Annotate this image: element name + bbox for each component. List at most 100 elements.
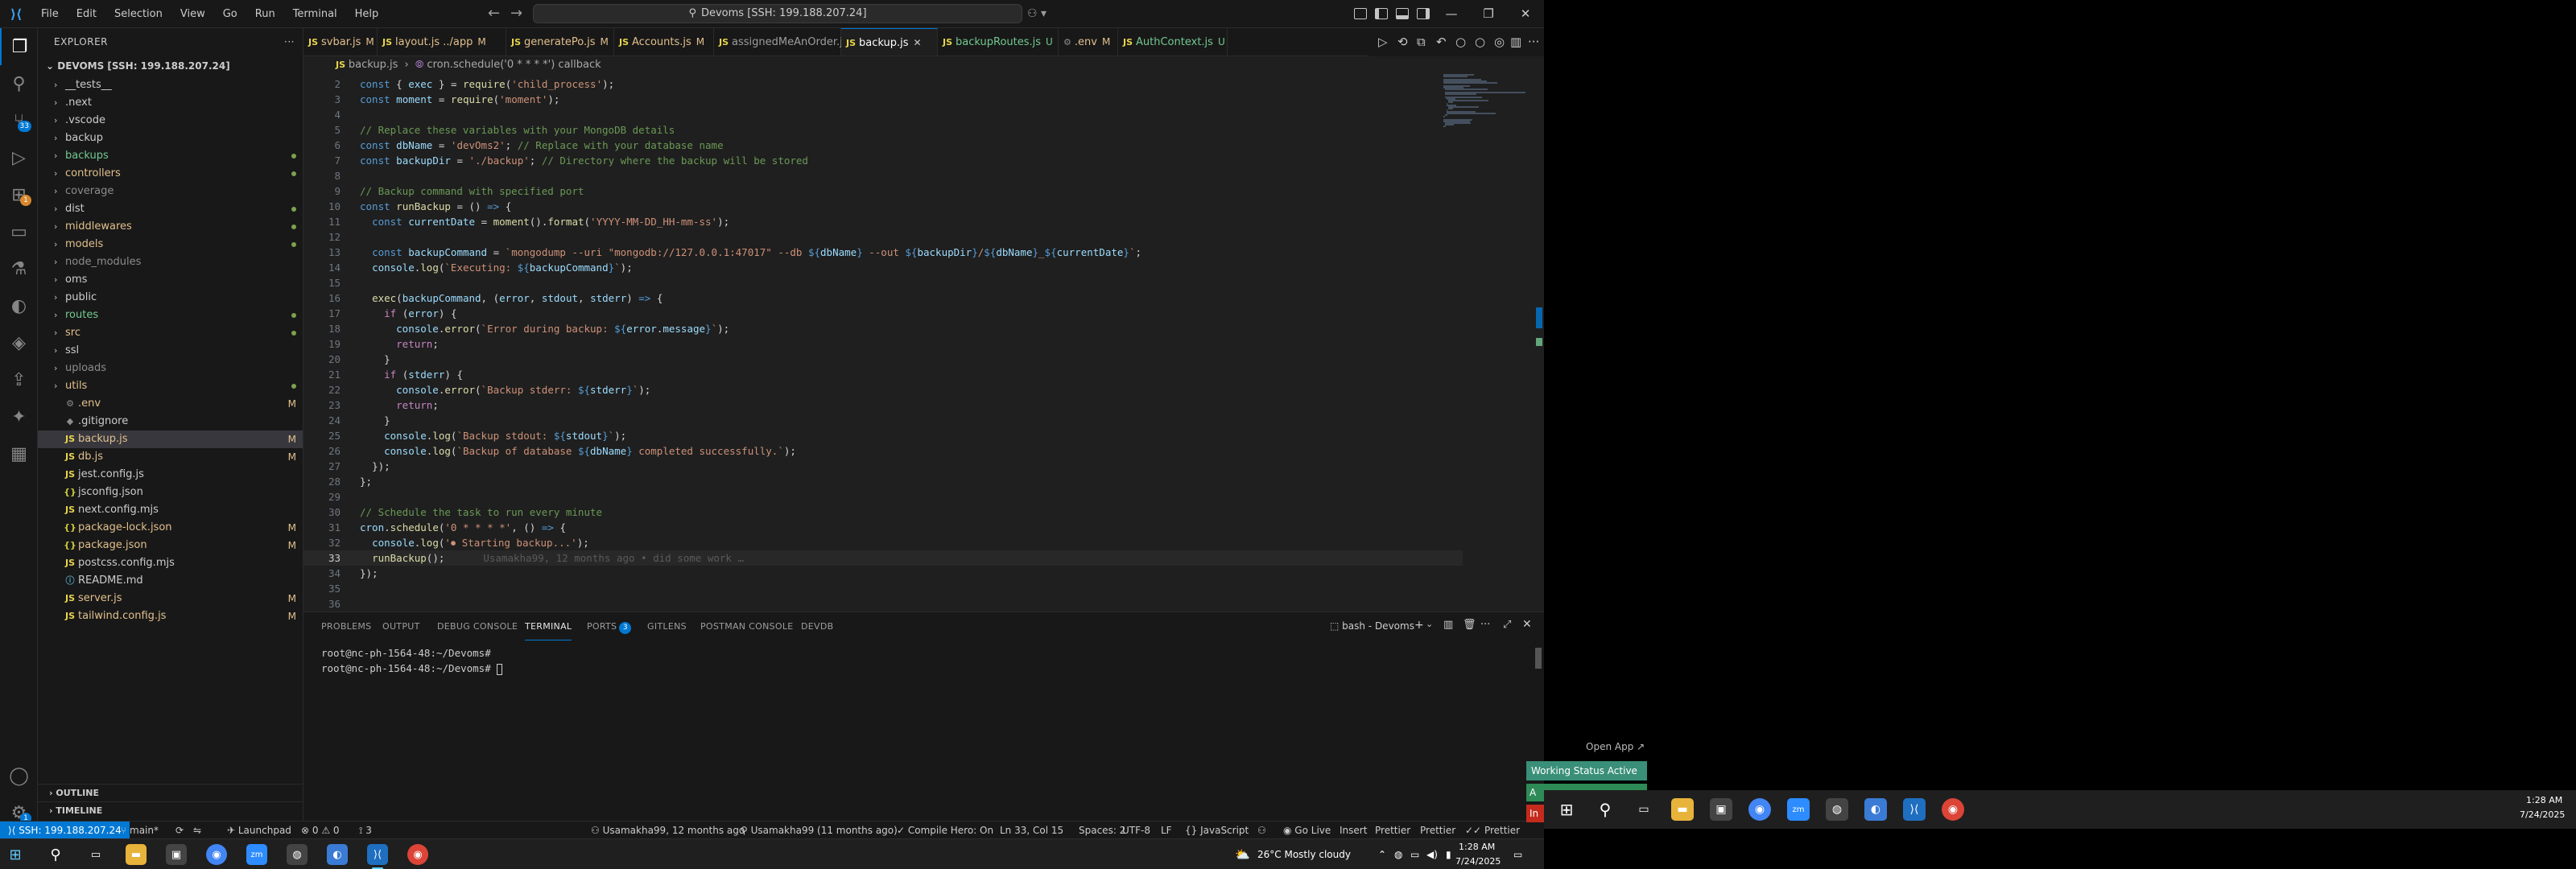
toggle-sidebar-icon[interactable]	[1375, 8, 1388, 19]
prettier-status[interactable]: Prettier	[1420, 822, 1455, 839]
vscode-taskbar-icon[interactable]: ⟩⟨	[367, 844, 388, 869]
zoom-icon[interactable]: zm	[1787, 798, 1810, 821]
browser-icon[interactable]: ◐	[1864, 798, 1887, 821]
editor-tab[interactable]: ⚙ .env M	[1059, 28, 1118, 56]
kill-terminal-icon[interactable]: 🗑	[1463, 619, 1476, 631]
tray-app-icon[interactable]: ◍	[1394, 839, 1402, 869]
folder-item[interactable]: › ssl	[38, 342, 303, 360]
menu-help[interactable]: Help	[346, 0, 388, 28]
menu-file[interactable]: File	[32, 0, 68, 28]
run-file-icon[interactable]: ▷	[1378, 35, 1388, 49]
layout-customize-icon[interactable]	[1354, 8, 1367, 19]
app-icon[interactable]: ◍	[1826, 798, 1848, 821]
panel-tab[interactable]: DEVDB	[801, 612, 833, 640]
panel-tab[interactable]: GITLENS	[647, 612, 687, 640]
launchpad-indicator[interactable]: ✈ Launchpad	[227, 822, 291, 839]
file-item[interactable]: JS postcss.config.mjs	[38, 554, 303, 572]
menu-run[interactable]: Run	[246, 0, 284, 28]
folder-item[interactable]: › middlewares	[38, 218, 303, 236]
search-view-icon[interactable]: ⚲	[0, 65, 38, 102]
panel-tab[interactable]: PROBLEMS	[321, 612, 371, 640]
file-item[interactable]: {} package-lock.json M	[38, 519, 303, 537]
author-status[interactable]: ⚲ Usamakha99 (11 months ago)	[741, 822, 898, 839]
compare-icon[interactable]: ⟲	[1397, 35, 1408, 49]
end-of-line[interactable]: LF	[1161, 822, 1172, 839]
folder-item[interactable]: › .next	[38, 94, 303, 112]
task-view-icon[interactable]: ▭	[1633, 798, 1655, 821]
panel-tab[interactable]: TERMINAL	[525, 612, 572, 640]
chrome-icon[interactable]: ◉	[407, 844, 428, 865]
clock-date[interactable]: 7/24/2025	[2520, 809, 2565, 820]
more-terminal-actions-icon[interactable]: ···	[1480, 619, 1490, 631]
maximize-panel-icon[interactable]: ⤢	[1503, 619, 1511, 631]
file-explorer-icon[interactable]: ▬	[1671, 798, 1694, 821]
clock-date[interactable]: 7/24/2025	[1455, 846, 1501, 869]
remote-explorer-icon[interactable]: ▭	[0, 213, 38, 250]
git-blame-status[interactable]: ⚇ Usamakha99, 12 months ago	[591, 822, 745, 839]
account-icon[interactable]: ◯	[0, 757, 38, 794]
file-item[interactable]: JS next.config.mjs	[38, 501, 303, 519]
chrome-icon[interactable]: ◉	[206, 844, 227, 865]
restore-icon[interactable]: ❐	[1470, 0, 1507, 28]
code-editor[interactable]: 2 const { exec } = require('child_process…	[303, 74, 1544, 612]
close-tab-icon[interactable]: ✕	[914, 37, 922, 48]
next-change-icon[interactable]: ○	[1455, 35, 1466, 49]
file-item[interactable]: JS tailwind.config.js M	[38, 607, 303, 625]
file-item[interactable]: ⓘ README.md	[38, 572, 303, 590]
live-share-icon[interactable]: ⇪	[0, 361, 38, 398]
notification-icon[interactable]: ▭	[1513, 839, 1522, 869]
terminal-selector[interactable]: ⬚ bash - Devoms	[1330, 612, 1414, 640]
windows-start-icon[interactable]: ⊞	[5, 844, 26, 865]
folder-item[interactable]: › backup	[38, 130, 303, 147]
extensions-icon[interactable]: ⊞ 1	[0, 176, 38, 213]
compile-hero-status[interactable]: ✓ Compile Hero: On	[897, 822, 993, 839]
language-mode[interactable]: {} JavaScript	[1185, 822, 1249, 839]
run-debug-icon[interactable]: ▷	[0, 139, 38, 176]
panel-tab[interactable]: DEBUG CONSOLE	[437, 612, 518, 640]
prettier-status[interactable]: Prettier	[1375, 822, 1410, 839]
go-live-status[interactable]: ◉ Go Live	[1283, 822, 1331, 839]
folder-item[interactable]: › __tests__	[38, 76, 303, 94]
previous-change-icon[interactable]: ↶	[1436, 35, 1447, 49]
forward-arrow-icon[interactable]: →	[510, 4, 522, 23]
menu-selection[interactable]: Selection	[105, 0, 171, 28]
sync-icon[interactable]: ⟳	[175, 822, 184, 839]
workspace-root[interactable]: ⌄ DEVOMS [SSH: 199.188.207.24]	[38, 56, 303, 76]
volume-icon[interactable]: ◀)	[1426, 839, 1438, 869]
clock-time[interactable]: 1:28 AM	[2526, 795, 2562, 805]
copilot-status-icon[interactable]: ⚇	[1257, 822, 1266, 839]
zoom-icon[interactable]: zm	[246, 844, 267, 865]
folder-item[interactable]: › src	[38, 324, 303, 342]
folder-item[interactable]: › utils	[38, 377, 303, 395]
menu-view[interactable]: View	[171, 0, 214, 28]
panel-tab[interactable]: POSTMAN CONSOLE	[700, 612, 794, 640]
file-explorer-icon[interactable]: ▬	[126, 844, 147, 865]
search-icon[interactable]: ⚲	[45, 844, 66, 865]
gitlens-status-icon[interactable]: ⇋	[193, 822, 201, 839]
go-live-icon[interactable]: ◎	[1494, 35, 1505, 49]
file-item[interactable]: {} jsconfig.json	[38, 484, 303, 501]
folder-item[interactable]: › routes	[38, 307, 303, 324]
more-editor-actions-icon[interactable]: ···	[1528, 35, 1539, 49]
panel-tab[interactable]: OUTPUT	[382, 612, 420, 640]
file-item[interactable]: JS db.js M	[38, 448, 303, 466]
menu-terminal[interactable]: Terminal	[284, 0, 346, 28]
new-terminal-icon[interactable]: +	[1414, 619, 1424, 632]
network-icon[interactable]: ▭	[1410, 839, 1419, 869]
menu-edit[interactable]: Edit	[68, 0, 105, 28]
more-actions-icon[interactable]: ···	[284, 28, 295, 56]
testing-icon[interactable]: ⚗	[0, 250, 38, 287]
file-item[interactable]: JS server.js M	[38, 590, 303, 607]
folder-item[interactable]: › oms	[38, 271, 303, 289]
close-panel-icon[interactable]: ✕	[1522, 618, 1532, 631]
branch-indicator[interactable]: ⑂ main*	[121, 822, 159, 839]
open-app-link[interactable]: Open App ↗	[1586, 739, 1645, 754]
folder-item[interactable]: › uploads	[38, 360, 303, 377]
editor-tab[interactable]: JS Accounts.js M	[614, 28, 714, 56]
database-icon[interactable]: ◈	[0, 324, 38, 361]
close-window-icon[interactable]: ✕	[1507, 0, 1544, 28]
file-item[interactable]: ⚙ .env M	[38, 395, 303, 413]
search-icon[interactable]: ⚲	[1594, 798, 1616, 821]
explorer-icon[interactable]: ❐	[0, 28, 38, 65]
menu-go[interactable]: Go	[214, 0, 246, 28]
